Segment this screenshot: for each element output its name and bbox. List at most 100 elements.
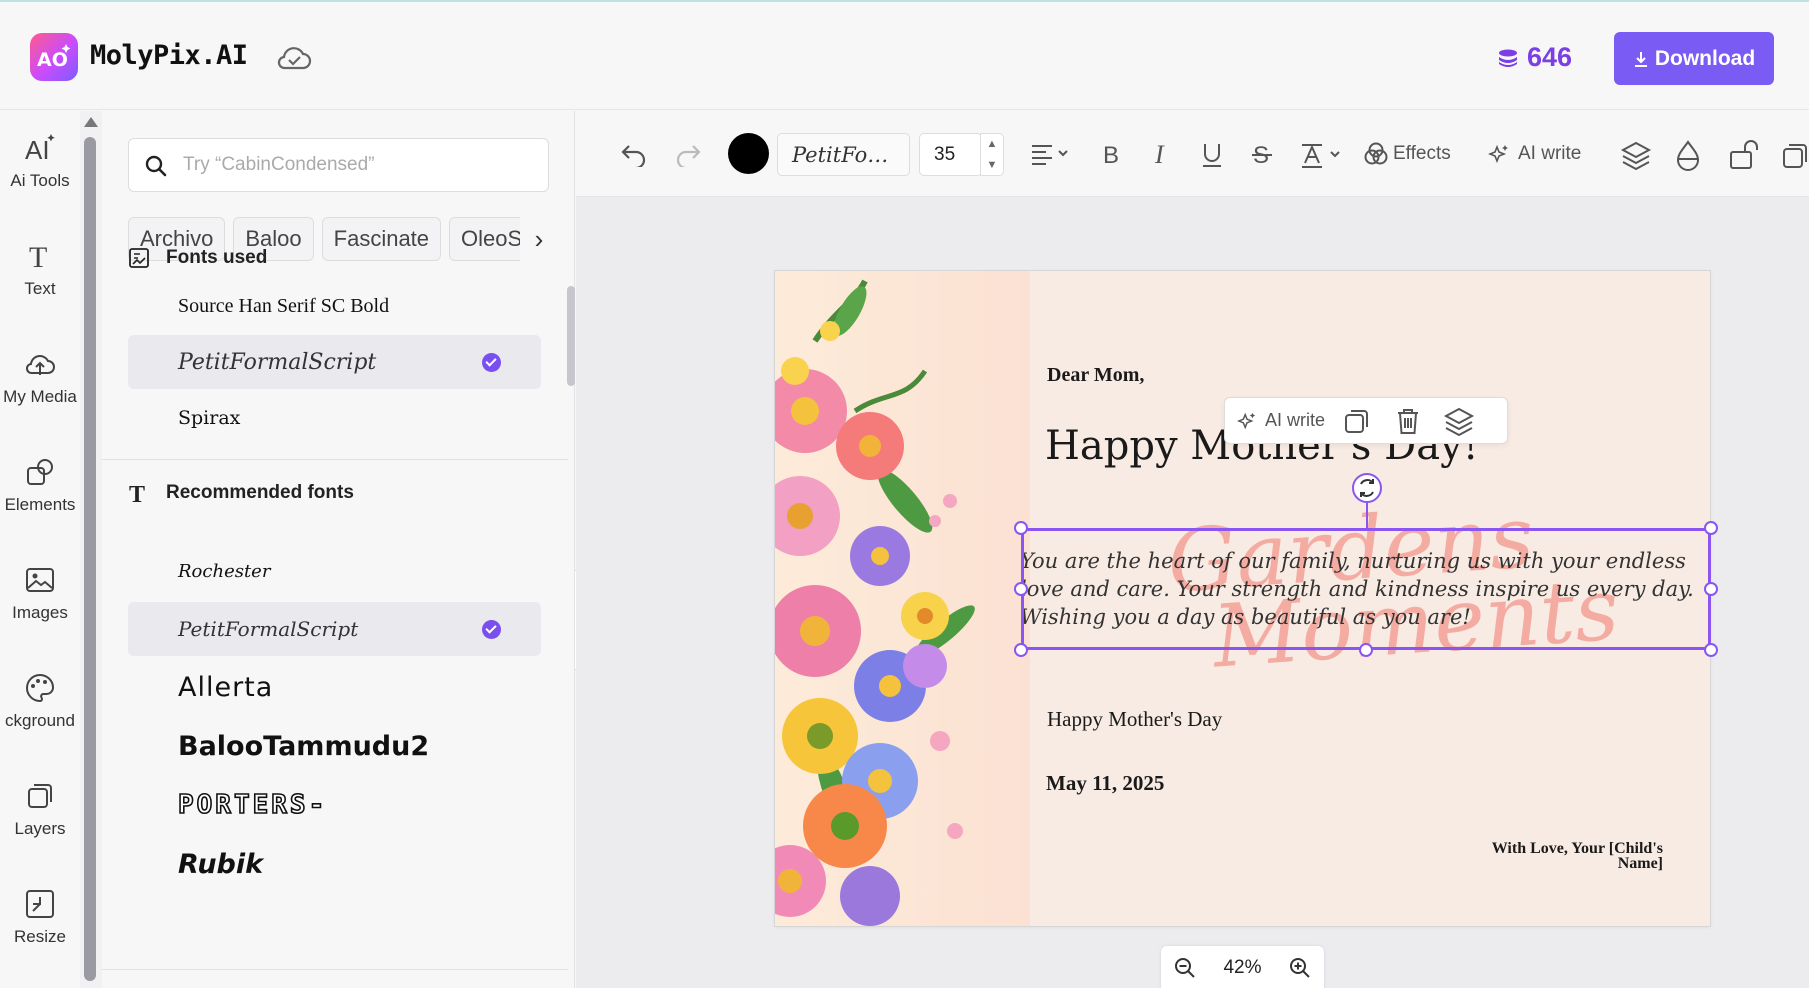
zoom-out-icon[interactable] xyxy=(1173,956,1197,980)
selected-check-icon xyxy=(482,620,501,639)
bold-icon[interactable]: B xyxy=(1100,141,1122,167)
section-divider xyxy=(102,459,568,460)
rotate-icon xyxy=(1360,479,1374,497)
ai-write-button[interactable]: AI write xyxy=(1488,111,1581,197)
font-item-porters[interactable]: PORTERS- xyxy=(128,778,541,832)
flower-bouquet-image xyxy=(775,279,975,926)
date-text[interactable]: May 11, 2025 xyxy=(1046,771,1164,796)
rail-item-background[interactable]: ckground xyxy=(0,671,80,731)
layers-icon[interactable] xyxy=(1443,405,1475,437)
font-item-rochester[interactable]: Rochester xyxy=(128,544,541,598)
duplicate-icon[interactable] xyxy=(1781,139,1809,171)
rail-item-images[interactable]: Images xyxy=(0,563,80,623)
effects-button[interactable]: Effects xyxy=(1363,111,1451,197)
selected-check-icon xyxy=(482,353,501,372)
subtitle-text[interactable]: Happy Mother's Day xyxy=(1047,707,1222,732)
font-item-rubik[interactable]: Rubik xyxy=(128,837,541,891)
redo-icon[interactable] xyxy=(674,141,702,167)
font-item-allerta[interactable]: Allerta xyxy=(128,660,541,714)
font-item-baloo-tammudu[interactable]: BalooTammudu2 xyxy=(128,719,541,773)
search-icon xyxy=(145,155,167,177)
strikethrough-icon[interactable]: S xyxy=(1250,141,1274,169)
font-panel: Archivo Baloo Fascinate OleoS › Fonts us… xyxy=(102,111,575,988)
chip-fascinate[interactable]: Fascinate xyxy=(321,217,442,261)
resize-handle-top-right[interactable] xyxy=(1704,521,1718,535)
font-item-spirax[interactable]: Spirax xyxy=(128,391,541,445)
palette-icon xyxy=(26,673,55,703)
credits-value: 646 xyxy=(1527,42,1573,72)
rail-item-layers[interactable]: Layers xyxy=(0,779,80,839)
unlock-icon[interactable] xyxy=(1728,137,1760,171)
panel-scroll-thumb[interactable] xyxy=(567,286,575,386)
cloud-saved-icon[interactable] xyxy=(276,44,312,72)
chevron-up-icon[interactable]: ▲ xyxy=(981,134,1003,155)
mini-ai-write-button[interactable]: AI write xyxy=(1237,410,1325,431)
align-left-icon[interactable] xyxy=(1030,143,1070,165)
font-item-source-han[interactable]: Source Han Serif SC Bold xyxy=(128,279,541,333)
zoom-level: 42% xyxy=(1223,957,1262,978)
text-color-swatch[interactable] xyxy=(728,133,769,174)
resize-handle-bottom-left[interactable] xyxy=(1014,643,1028,657)
layer-order-icon[interactable] xyxy=(1620,139,1652,171)
font-search-input[interactable] xyxy=(183,149,533,181)
font-size-stepper[interactable]: ▲ ▼ xyxy=(980,133,1004,176)
rail-label-text: Text xyxy=(24,279,56,298)
font-family-select[interactable]: PetitFo… xyxy=(777,133,910,176)
credits-counter[interactable]: 646 xyxy=(1497,42,1572,73)
elements-icon xyxy=(27,459,53,485)
font-item-label: Spirax xyxy=(178,407,241,429)
chevron-right-icon[interactable]: › xyxy=(520,217,558,261)
rotate-handle[interactable] xyxy=(1352,473,1382,503)
duplicate-icon[interactable] xyxy=(1343,406,1371,436)
fonts-used-icon xyxy=(129,248,149,268)
resize-handle-bottom-right[interactable] xyxy=(1704,643,1718,657)
rail-scroll-thumb[interactable] xyxy=(84,137,96,981)
rail-item-resize[interactable]: Resize xyxy=(0,887,80,947)
text-toolbar: PetitFo… 35 ▲ ▼ B I S Effects AI write xyxy=(576,111,1809,197)
ai-write-label: AI write xyxy=(1518,143,1582,164)
text-case-icon[interactable] xyxy=(1300,141,1346,169)
ai-tools-icon: AI xyxy=(25,134,55,165)
effects-icon xyxy=(1364,142,1388,165)
download-button[interactable]: Download xyxy=(1614,32,1774,85)
rail-label-background: ckground xyxy=(5,711,75,730)
svg-text:T: T xyxy=(29,241,47,273)
svg-text:AO: AO xyxy=(37,49,68,71)
undo-icon[interactable] xyxy=(620,141,648,167)
underline-icon[interactable] xyxy=(1200,141,1224,169)
scroll-up-arrow-icon[interactable] xyxy=(84,117,98,127)
italic-icon[interactable]: I xyxy=(1150,141,1172,167)
resize-icon xyxy=(26,890,54,918)
rail-item-text[interactable]: T Text xyxy=(0,239,80,299)
download-icon xyxy=(1634,51,1647,67)
rail-item-my-media[interactable]: My Media xyxy=(0,347,80,407)
app-logo[interactable]: AO xyxy=(30,33,78,81)
rail-item-ai-tools[interactable]: AI Ai Tools xyxy=(0,131,80,191)
left-rail: AI Ai Tools T Text My Media Elements Ima… xyxy=(0,111,80,988)
resize-handle-bottom[interactable] xyxy=(1359,643,1373,657)
greeting-text[interactable]: Dear Mom, xyxy=(1047,364,1144,387)
layers-icon xyxy=(28,784,52,808)
font-item-petit-formal-recommended[interactable]: PetitFormalScript xyxy=(128,602,541,656)
font-item-petit-formal-used[interactable]: PetitFormalScript xyxy=(128,335,541,389)
rail-scrollbar[interactable] xyxy=(80,111,102,988)
trash-icon[interactable] xyxy=(1395,406,1421,436)
font-item-label: PetitFormalScript xyxy=(178,349,377,375)
resize-handle-left[interactable] xyxy=(1014,582,1028,596)
text-icon: T xyxy=(129,482,145,505)
text-selection-box[interactable] xyxy=(1021,528,1711,650)
resize-handle-top-left[interactable] xyxy=(1014,521,1028,535)
app-header: AO MolyPix.AI 646 Download xyxy=(0,2,1809,110)
signature-text[interactable]: With Love, Your [Child's Name] xyxy=(1435,841,1663,872)
mini-ai-write-label: AI write xyxy=(1265,410,1326,430)
resize-handle-right[interactable] xyxy=(1704,582,1718,596)
opacity-icon[interactable] xyxy=(1674,139,1702,171)
rail-item-elements[interactable]: Elements xyxy=(0,455,80,515)
download-label: Download xyxy=(1654,46,1756,70)
app-name: MolyPix.AI xyxy=(90,40,248,71)
zoom-in-icon[interactable] xyxy=(1288,956,1312,980)
flower-image-area[interactable] xyxy=(775,271,1030,926)
chevron-down-icon[interactable]: ▼ xyxy=(981,155,1003,176)
font-size-input[interactable]: 35 xyxy=(919,133,982,176)
coin-stack-icon xyxy=(1499,49,1517,67)
